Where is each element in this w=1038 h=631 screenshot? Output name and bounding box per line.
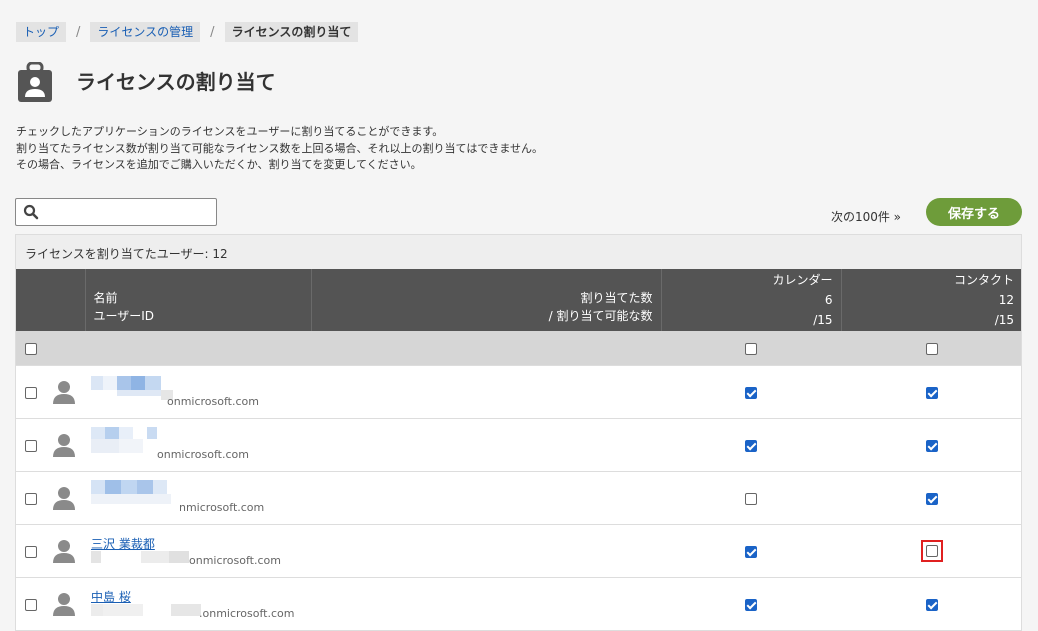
- table-row: onmicrosoft.com: [16, 365, 1021, 419]
- header-app-contact: コンタクト 12 /15: [841, 269, 1021, 331]
- user-id: nmicrosoft.com: [179, 501, 265, 514]
- table-row: 三沢 業裁都 onmicrosoft.com: [16, 524, 1021, 578]
- highlight-box: [920, 540, 943, 562]
- header-checkbox-col: [16, 269, 86, 331]
- app-name: カレンダー: [772, 273, 833, 287]
- calendar-license-checkbox[interactable]: [745, 387, 757, 399]
- license-table: 名前 ユーザーID 割り当てた数 / 割り当て可能な数 カレンダー 6 /15 …: [16, 269, 1021, 630]
- contact-license-checkbox[interactable]: [925, 599, 938, 611]
- header-ratio: 割り当てた数 / 割り当て可能な数: [311, 269, 662, 331]
- select-all-contact-checkbox[interactable]: [925, 343, 938, 355]
- header-name: 名前 ユーザーID: [85, 269, 312, 331]
- user-avatar-icon: [53, 433, 75, 457]
- select-all-row: [16, 331, 1021, 366]
- description-line: 割り当てたライセンス数が割り当て可能なライセンス数を上回る場合、それ以上の割り当…: [16, 141, 544, 155]
- app-available: /15: [813, 313, 833, 327]
- user-cell: 三沢 業裁都 onmicrosoft.com: [53, 525, 661, 577]
- user-cell: 中島 桜 .onmicrosoft.com: [53, 578, 661, 630]
- table-header-row: 名前 ユーザーID 割り当てた数 / 割り当て可能な数 カレンダー 6 /15 …: [16, 269, 1021, 331]
- table-row: 中島 桜 .onmicrosoft.com: [16, 577, 1021, 630]
- next-page-link[interactable]: 次の100件 »: [831, 208, 901, 225]
- table-row: nmicrosoft.com: [16, 471, 1021, 525]
- header-user-id-label: ユーザーID: [93, 309, 155, 323]
- user-cell: onmicrosoft.com: [53, 366, 661, 418]
- page-title: ライセンスの割り当て: [76, 70, 276, 94]
- app-name: コンタクト: [953, 273, 1014, 287]
- contact-license-checkbox[interactable]: [925, 387, 938, 399]
- app-assigned: 12: [998, 293, 1014, 307]
- page-description: チェックしたアプリケーションのライセンスをユーザーに割り当てることができます。 …: [16, 124, 543, 174]
- user-avatar-icon: [53, 486, 75, 510]
- row-select-checkbox[interactable]: [25, 546, 37, 558]
- header-name-label: 名前: [93, 291, 118, 305]
- breadcrumb-license-management[interactable]: ライセンスの管理: [90, 22, 201, 42]
- calendar-license-checkbox[interactable]: [745, 546, 757, 558]
- user-id: onmicrosoft.com: [189, 554, 281, 567]
- breadcrumb-separator: /: [210, 24, 215, 40]
- app-available: /15: [994, 313, 1014, 327]
- contact-license-checkbox[interactable]: [925, 545, 938, 557]
- select-all-users-checkbox[interactable]: [25, 343, 37, 355]
- contact-license-checkbox[interactable]: [925, 493, 938, 505]
- row-select-checkbox[interactable]: [25, 387, 37, 399]
- description-line: チェックしたアプリケーションのライセンスをユーザーに割り当てることができます。: [16, 125, 444, 138]
- assigned-user-count: ライセンスを割り当てたユーザー: 12: [25, 247, 228, 261]
- calendar-license-checkbox[interactable]: [745, 599, 757, 611]
- row-select-checkbox[interactable]: [25, 440, 37, 452]
- user-id: onmicrosoft.com: [167, 395, 259, 408]
- search-input[interactable]: [44, 201, 213, 223]
- user-id: onmicrosoft.com: [157, 448, 249, 461]
- calendar-license-checkbox[interactable]: [745, 493, 757, 505]
- license-bag-icon: [18, 61, 52, 102]
- breadcrumb-current: ライセンスの割り当て: [224, 22, 359, 42]
- breadcrumb-separator: /: [76, 24, 81, 40]
- user-name-link[interactable]: 中島 桜: [91, 588, 131, 605]
- user-avatar-icon: [53, 380, 75, 404]
- select-all-calendar-checkbox[interactable]: [745, 343, 757, 355]
- license-table-panel: ライセンスを割り当てたユーザー: 12 名前 ユーザーID 割り当てた数 / 割…: [15, 234, 1022, 631]
- select-all-cell: [16, 331, 85, 366]
- description-line: その場合、ライセンスを追加でご購入いただくか、割り当てを変更してください。: [16, 158, 422, 171]
- user-avatar-icon: [53, 539, 75, 563]
- header-ratio-bottom: / 割り当て可能な数: [548, 309, 653, 323]
- calendar-license-checkbox[interactable]: [745, 440, 757, 452]
- save-button[interactable]: 保存する: [926, 198, 1022, 226]
- search-box[interactable]: [15, 198, 217, 226]
- header-app-calendar: カレンダー 6 /15: [661, 269, 842, 331]
- app-assigned: 6: [824, 293, 833, 307]
- user-cell: nmicrosoft.com: [53, 472, 661, 524]
- table-row: onmicrosoft.com: [16, 418, 1021, 472]
- row-select-checkbox[interactable]: [25, 599, 37, 611]
- user-id: .onmicrosoft.com: [199, 607, 295, 620]
- header-ratio-top: 割り当てた数: [580, 291, 653, 305]
- breadcrumb-top[interactable]: トップ: [16, 22, 67, 42]
- user-name-link[interactable]: 三沢 業裁都: [91, 535, 155, 552]
- contact-license-checkbox[interactable]: [925, 440, 938, 452]
- page-header: ライセンスの割り当て: [18, 61, 276, 102]
- row-select-checkbox[interactable]: [25, 493, 37, 505]
- user-cell: onmicrosoft.com: [53, 419, 661, 471]
- user-avatar-icon: [53, 592, 75, 616]
- search-icon: [23, 204, 39, 220]
- breadcrumb: トップ / ライセンスの管理 / ライセンスの割り当て: [16, 22, 359, 42]
